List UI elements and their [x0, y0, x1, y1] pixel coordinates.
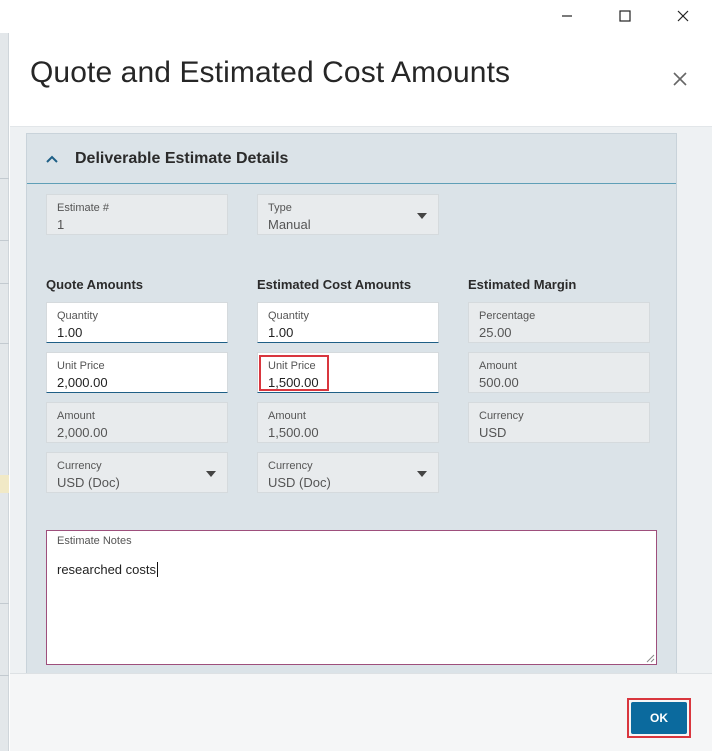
- quote-quantity-input[interactable]: Quantity 1.00: [46, 302, 228, 343]
- estimate-number-field: Estimate # 1: [46, 194, 228, 235]
- ok-button[interactable]: OK: [631, 702, 687, 734]
- close-icon: [673, 72, 687, 86]
- margin-amount-field: Amount 500.00: [468, 352, 650, 393]
- dialog-close-button[interactable]: [670, 69, 690, 89]
- background-highlight-band: [0, 475, 9, 493]
- minimize-button[interactable]: [538, 0, 596, 32]
- background-divider: [0, 603, 9, 604]
- field-label: Amount: [57, 410, 95, 422]
- cost-amount-field: Amount 1,500.00: [257, 402, 439, 443]
- estimated-margin-heading: Estimated Margin: [468, 277, 577, 292]
- field-value: 2,000.00: [57, 425, 108, 440]
- cost-unit-price-input[interactable]: Unit Price 1,500.00: [257, 352, 439, 393]
- resize-handle-icon[interactable]: [645, 653, 655, 663]
- quote-cost-dialog: Quote and Estimated Cost Amounts Deliver…: [10, 34, 712, 751]
- dialog-title: Quote and Estimated Cost Amounts: [30, 56, 511, 89]
- background-divider: [0, 178, 9, 179]
- dialog-footer: OK: [10, 673, 712, 751]
- quote-currency-select[interactable]: Currency USD (Doc): [46, 452, 228, 493]
- background-divider: [0, 240, 9, 241]
- background-divider: [0, 343, 9, 344]
- close-icon: [677, 10, 689, 22]
- field-value: 2,000.00: [57, 375, 108, 390]
- field-value: 25.00: [479, 325, 512, 340]
- field-label: Estimate Notes: [57, 535, 132, 547]
- section-title: Deliverable Estimate Details: [75, 149, 289, 167]
- window-controls: [538, 0, 712, 32]
- field-label: Currency: [268, 460, 313, 472]
- background-divider: [0, 675, 9, 676]
- ok-highlight-box: OK: [627, 698, 691, 738]
- caret-down-icon: [417, 471, 427, 477]
- deliverable-estimate-section: Deliverable Estimate Details Estimate # …: [26, 133, 677, 680]
- estimated-cost-heading: Estimated Cost Amounts: [257, 277, 412, 292]
- field-value: 1.00: [268, 325, 294, 340]
- field-value: 1.00: [57, 325, 83, 340]
- field-label: Type: [268, 202, 292, 214]
- field-value: USD (Doc): [57, 475, 120, 490]
- field-label: Amount: [479, 360, 517, 372]
- background-app-edge: [0, 33, 9, 751]
- field-label: Amount: [268, 410, 306, 422]
- text-caret: [157, 562, 158, 577]
- field-value: 1,500.00: [268, 425, 319, 440]
- margin-currency-field: Currency USD: [468, 402, 650, 443]
- estimate-notes-textarea[interactable]: Estimate Notes researched costs: [46, 530, 657, 665]
- field-label: Percentage: [479, 310, 536, 322]
- quote-amount-field: Amount 2,000.00: [46, 402, 228, 443]
- type-select[interactable]: Type Manual: [257, 194, 439, 235]
- notes-text: researched costs: [57, 562, 156, 577]
- caret-down-icon: [417, 213, 427, 219]
- field-label: Unit Price: [57, 360, 105, 372]
- field-label: Quantity: [268, 310, 309, 322]
- field-value: USD: [479, 425, 507, 440]
- field-value: 1: [57, 217, 65, 232]
- field-value: 500.00: [479, 375, 519, 390]
- notes-value: researched costs: [57, 562, 646, 577]
- field-value: Manual: [268, 217, 311, 232]
- field-label: Quantity: [57, 310, 98, 322]
- field-label: Currency: [479, 410, 524, 422]
- maximize-icon: [619, 10, 631, 22]
- caret-down-icon: [206, 471, 216, 477]
- quote-amounts-heading: Quote Amounts: [46, 277, 144, 292]
- section-header[interactable]: Deliverable Estimate Details: [27, 134, 676, 184]
- margin-percentage-field: Percentage 25.00: [468, 302, 650, 343]
- minimize-icon: [562, 15, 572, 17]
- field-label: Estimate #: [57, 202, 109, 214]
- quote-unit-price-input[interactable]: Unit Price 2,000.00: [46, 352, 228, 393]
- chevron-up-icon[interactable]: [43, 150, 61, 168]
- maximize-button[interactable]: [596, 0, 654, 32]
- annotation-highlight-box: [259, 355, 329, 391]
- background-divider: [0, 283, 9, 284]
- dialog-body: Deliverable Estimate Details Estimate # …: [10, 126, 712, 680]
- cost-currency-select[interactable]: Currency USD (Doc): [257, 452, 439, 493]
- cost-quantity-input[interactable]: Quantity 1.00: [257, 302, 439, 343]
- window-close-button[interactable]: [654, 0, 712, 32]
- field-label: Currency: [57, 460, 102, 472]
- field-value: USD (Doc): [268, 475, 331, 490]
